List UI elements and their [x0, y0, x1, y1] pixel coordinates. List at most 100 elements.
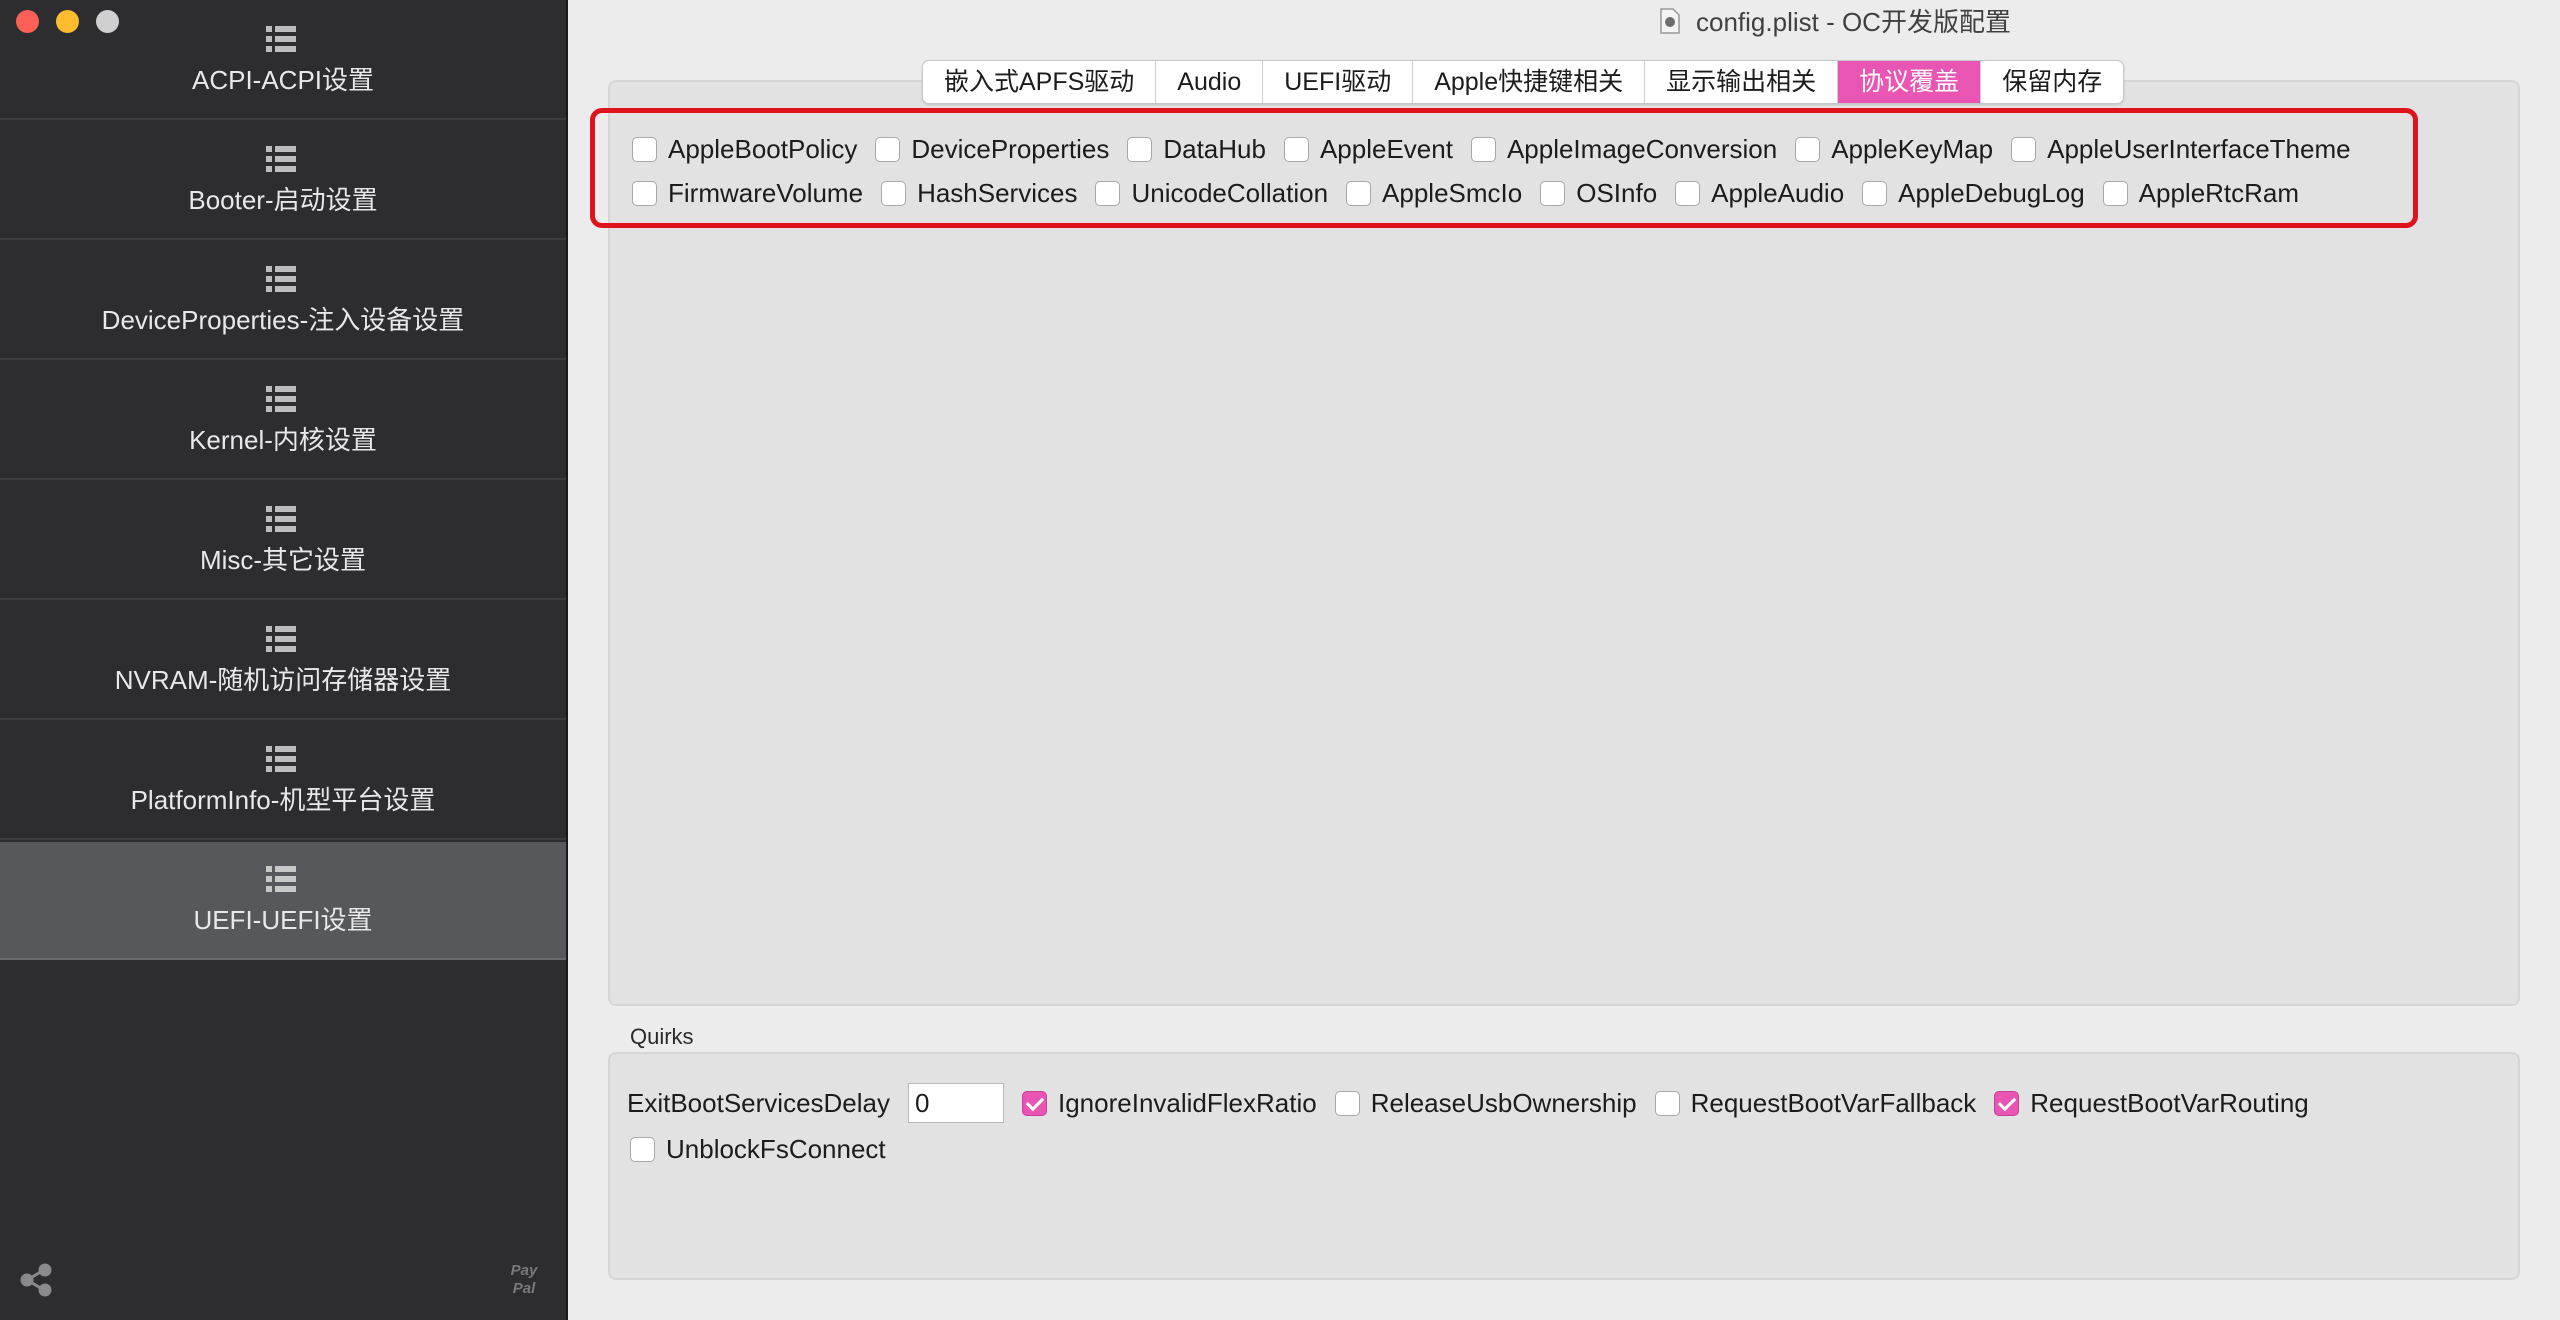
checkbox-hashservices[interactable]: HashServices — [881, 178, 1077, 209]
checkbox[interactable] — [1283, 136, 1309, 162]
checkbox-label: FirmwareVolume — [668, 177, 864, 208]
checkbox-label: HashServices — [917, 177, 1078, 208]
checkbox-label: IgnoreInvalidFlexRatio — [1058, 1087, 1317, 1118]
checkbox-appleimageconversion[interactable]: AppleImageConversion — [1470, 133, 1778, 165]
checkbox[interactable] — [632, 136, 657, 162]
tab-embedded-apfs[interactable]: 嵌入式APFS驱动 — [923, 61, 1157, 103]
sidebar: ACPI-ACPI设置 Booter-启动设置 DeviceProperties… — [0, 0, 568, 1320]
tab-protocol-overrides[interactable]: 协议覆盖 — [1838, 61, 1982, 103]
checkbox[interactable] — [1795, 136, 1821, 162]
document-icon — [1660, 8, 1680, 34]
sidebar-item-deviceproperties[interactable]: DeviceProperties-注入设备设置 — [0, 242, 566, 360]
title-bar: config.plist - OC开发版配置 — [568, 0, 2560, 44]
checkbox-label: RequestBootVarRouting — [2030, 1087, 2309, 1118]
checkbox-label: AppleUserInterfaceTheme — [2047, 133, 2351, 164]
checkbox-releaseusbownership[interactable]: ReleaseUsbOwnership — [1334, 1087, 1637, 1119]
checkbox[interactable] — [875, 136, 901, 162]
checkbox-requestbootvarfallback[interactable]: RequestBootVarFallback — [1654, 1087, 1977, 1119]
sidebar-item-misc[interactable]: Misc-其它设置 — [0, 482, 566, 600]
sidebar-item-nvram[interactable]: NVRAM-随机访问存储器设置 — [0, 602, 566, 720]
list-icon — [264, 22, 298, 56]
checkbox-label: DataHub — [1163, 133, 1266, 164]
checkbox-label: AppleEvent — [1319, 133, 1453, 164]
checkbox-datahub[interactable]: DataHub — [1127, 134, 1266, 165]
list-icon — [264, 862, 298, 896]
checkbox[interactable] — [630, 1136, 655, 1162]
checkbox-applertcram[interactable]: AppleRtcRam — [2102, 178, 2299, 209]
checkbox[interactable] — [2102, 180, 2128, 206]
checkbox[interactable] — [881, 180, 907, 206]
paypal-icon[interactable]: Pay Pal — [500, 1262, 548, 1302]
checkbox[interactable] — [1675, 180, 1701, 206]
checkbox[interactable] — [1540, 180, 1566, 206]
paypal-text: Pay — [510, 1262, 538, 1279]
quirks-row-1: ExitBootServicesDelay 0 IgnoreInvalidFle… — [627, 1082, 2327, 1124]
checkbox-label: UnblockFsConnect — [666, 1133, 886, 1164]
checkbox-requestbootvarrouting[interactable]: RequestBootVarRouting — [1994, 1087, 2309, 1119]
sidebar-item-label: NVRAM-随机访问存储器设置 — [114, 665, 452, 695]
tab-audio[interactable]: Audio — [1156, 61, 1264, 103]
checkbox-label: AppleImageConversion — [1506, 133, 1778, 164]
sidebar-item-acpi[interactable]: ACPI-ACPI设置 — [0, 2, 566, 120]
checkbox-unblockfsconnect[interactable]: UnblockFsConnect — [630, 1134, 886, 1165]
checkbox-label: AppleKeyMap — [1831, 133, 1994, 164]
checkbox-applekeymap[interactable]: AppleKeyMap — [1795, 134, 1993, 165]
sidebar-item-label: PlatformInfo-机型平台设置 — [130, 785, 436, 815]
sidebar-item-label: Misc-其它设置 — [199, 545, 367, 575]
checkbox[interactable] — [1346, 180, 1372, 206]
list-icon — [264, 262, 298, 296]
checkbox-appleboot-policy[interactable]: AppleBootPolicy — [632, 134, 857, 165]
checkbox[interactable] — [1862, 180, 1888, 206]
sidebar-item-label: Kernel-内核设置 — [189, 425, 377, 455]
checkbox-firmwarevolume[interactable]: FirmwareVolume — [632, 178, 863, 209]
list-icon — [264, 502, 298, 536]
quirks-title: Quirks — [630, 1024, 694, 1049]
checkbox[interactable] — [2011, 136, 2037, 162]
checkbox[interactable] — [1994, 1090, 2020, 1116]
checkbox-appleevent[interactable]: AppleEvent — [1283, 133, 1453, 165]
checkbox[interactable] — [1127, 136, 1153, 162]
tab-reserved-memory[interactable]: 保留内存 — [1981, 61, 2123, 103]
tab-apple-hotkeys[interactable]: Apple快捷键相关 — [1413, 61, 1646, 103]
checkbox[interactable] — [632, 180, 657, 206]
sidebar-item-uefi[interactable]: UEFI-UEFI设置 — [0, 842, 566, 960]
checkbox-deviceproperties[interactable]: DeviceProperties — [875, 134, 1109, 165]
checkbox-label: AppleBootPolicy — [668, 133, 858, 164]
paypal-text: Pal — [512, 1280, 536, 1297]
checkbox-label: DeviceProperties — [911, 133, 1110, 164]
checkbox-appleaudio[interactable]: AppleAudio — [1675, 178, 1844, 209]
sidebar-item-label: UEFI-UEFI设置 — [193, 905, 373, 935]
checkbox[interactable] — [1470, 136, 1496, 162]
sidebar-item-label: DeviceProperties-注入设备设置 — [101, 305, 465, 335]
checkbox-label: RequestBootVarFallback — [1690, 1087, 1977, 1118]
list-icon — [264, 382, 298, 416]
checkbox[interactable] — [1095, 180, 1121, 206]
tab-bar: 嵌入式APFS驱动 Audio UEFI驱动 Apple快捷键相关 显示输出相关… — [922, 60, 2125, 104]
exit-boot-services-delay-label: ExitBootServicesDelay — [627, 1087, 890, 1118]
quirks-row-2: UnblockFsConnect — [630, 1131, 904, 1167]
list-icon — [264, 142, 298, 176]
share-icon[interactable] — [18, 1262, 54, 1298]
checkbox-osinfo[interactable]: OSInfo — [1540, 178, 1657, 209]
window-title: config.plist - OC开发版配置 — [1696, 7, 2011, 37]
list-icon — [264, 742, 298, 776]
list-icon — [264, 622, 298, 656]
tab-uefi-drivers[interactable]: UEFI驱动 — [1263, 61, 1414, 103]
sidebar-item-booter[interactable]: Booter-启动设置 — [0, 122, 566, 240]
checkbox[interactable] — [1022, 1090, 1047, 1116]
checkbox-applesmcio[interactable]: AppleSmcIo — [1346, 178, 1522, 209]
sidebar-item-label: Booter-启动设置 — [188, 185, 378, 215]
checkbox-ignoreinvalidflexratio[interactable]: IgnoreInvalidFlexRatio — [1022, 1088, 1317, 1119]
checkbox-label: OSInfo — [1576, 177, 1658, 208]
checkbox[interactable] — [1334, 1090, 1360, 1116]
exit-boot-services-delay-field[interactable]: 0 — [908, 1083, 1004, 1123]
checkbox-appledebuglog[interactable]: AppleDebugLog — [1862, 178, 2085, 209]
checkbox-label: UnicodeCollation — [1131, 177, 1329, 208]
checkbox-appleuserinterfacetheme[interactable]: AppleUserInterfaceTheme — [2011, 133, 2351, 165]
sidebar-item-platforminfo[interactable]: PlatformInfo-机型平台设置 — [0, 722, 566, 840]
checkbox-unicodecollation[interactable]: UnicodeCollation — [1095, 178, 1328, 209]
checkbox[interactable] — [1654, 1090, 1680, 1116]
sidebar-item-kernel[interactable]: Kernel-内核设置 — [0, 362, 566, 480]
tab-display-output[interactable]: 显示输出相关 — [1645, 61, 1839, 103]
checkbox-label: ReleaseUsbOwnership — [1370, 1087, 1637, 1118]
